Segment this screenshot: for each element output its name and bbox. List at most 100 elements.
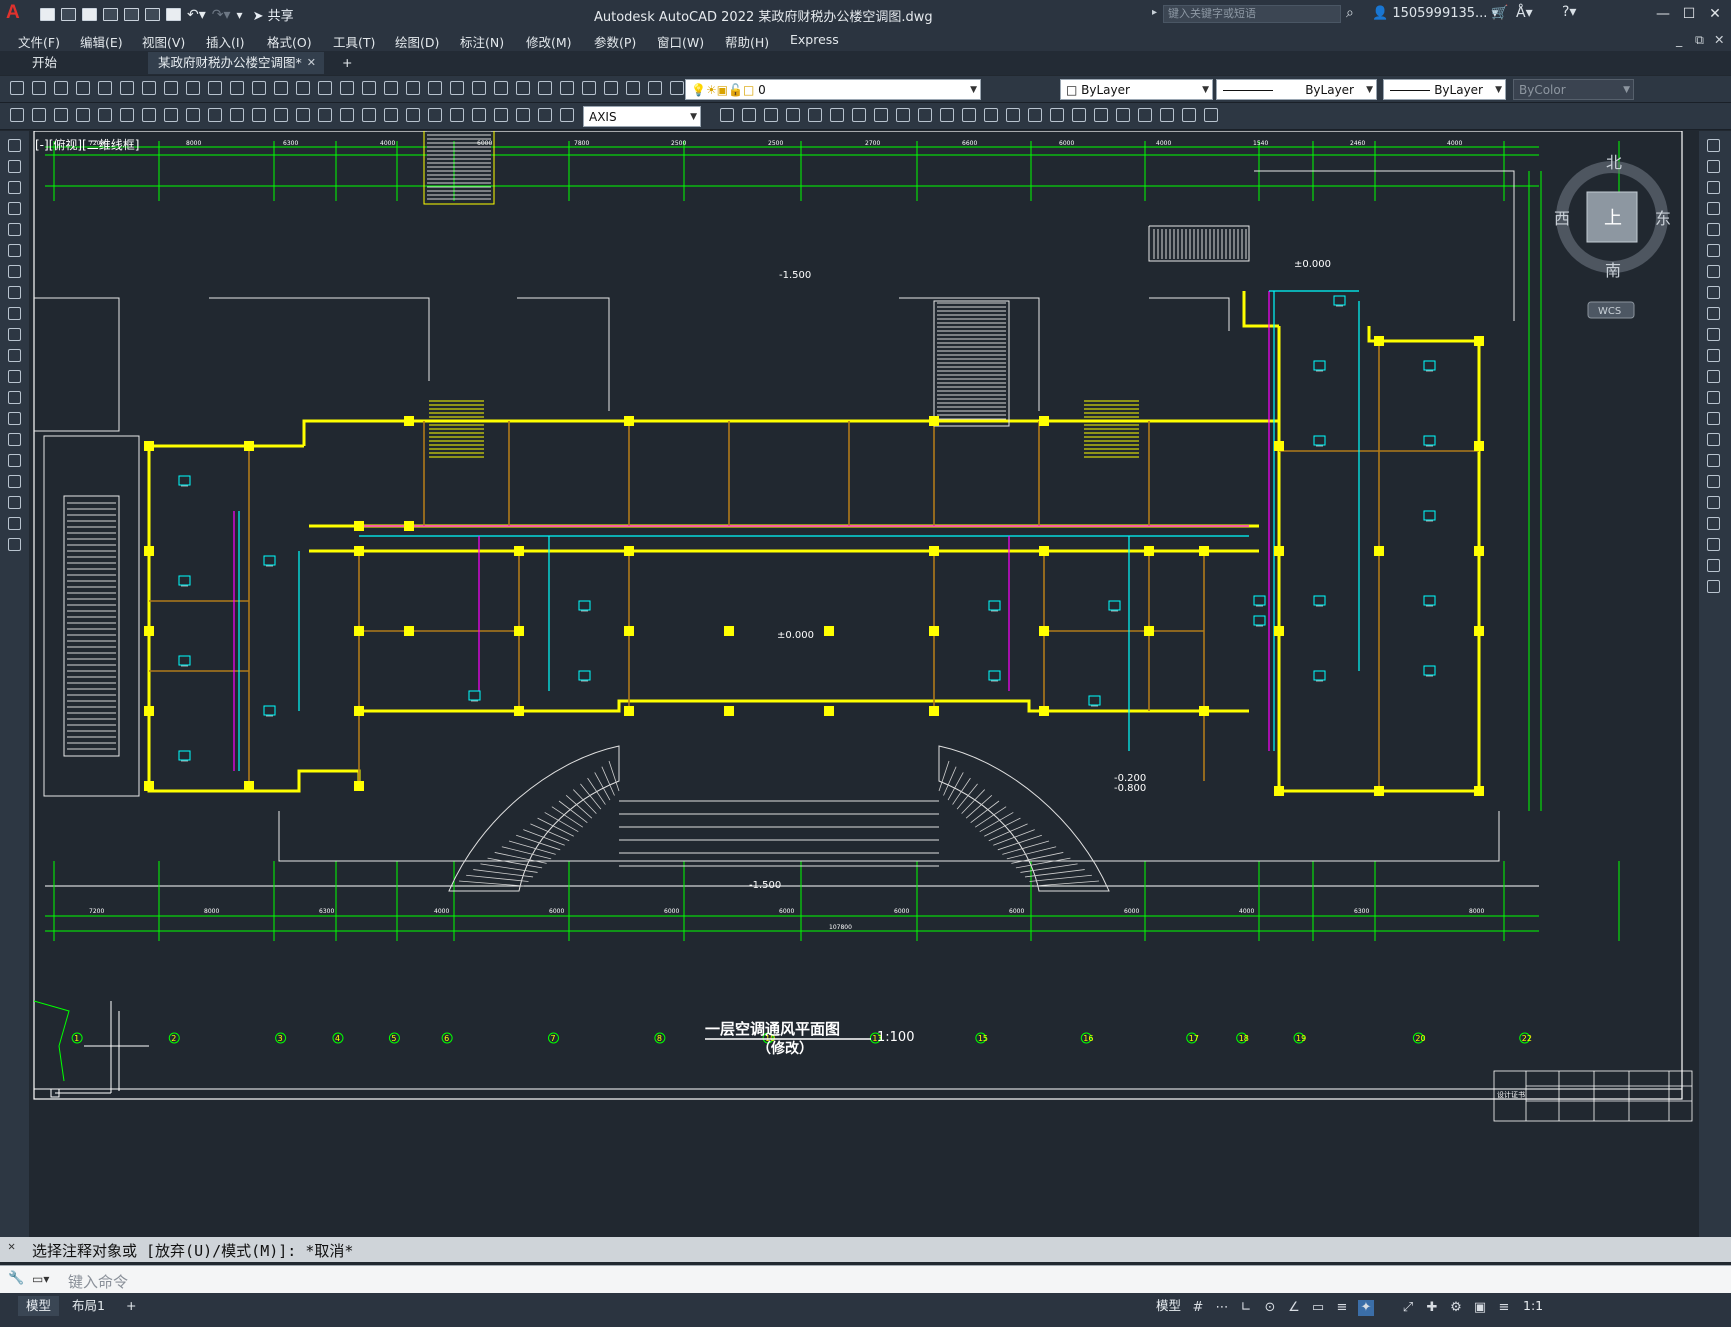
draw-tool-icon[interactable]: [8, 517, 21, 530]
modify-tool-icon[interactable]: [1707, 160, 1720, 173]
draw-tool-icon[interactable]: [8, 181, 21, 194]
autodesk-app-icon[interactable]: Å▾: [1516, 5, 1533, 21]
dimension-tool-icon[interactable]: [494, 108, 508, 122]
dimension-tool-icon[interactable]: [1182, 108, 1196, 122]
standard-tool-icon[interactable]: [494, 81, 508, 95]
modify-tool-icon[interactable]: [1707, 328, 1720, 341]
new-tab-button[interactable]: +: [332, 52, 362, 74]
dimension-tool-icon[interactable]: [852, 108, 866, 122]
open-web-icon[interactable]: [124, 8, 139, 21]
save-web-icon[interactable]: [145, 8, 160, 21]
modify-tool-icon[interactable]: [1707, 517, 1720, 530]
standard-tool-icon[interactable]: [340, 81, 354, 95]
dimension-tool-icon[interactable]: [98, 108, 112, 122]
status-toggle-icon[interactable]: ⚙: [1448, 1300, 1464, 1316]
dimension-tool-icon[interactable]: [120, 108, 134, 122]
model-space-button[interactable]: 模型: [1148, 1296, 1189, 1316]
draw-tool-icon[interactable]: [8, 265, 21, 278]
viewcube-top[interactable]: 上: [1604, 208, 1622, 229]
viewcube-north[interactable]: 北: [1606, 153, 1622, 172]
recent-commands-icon[interactable]: ▭▾: [32, 1272, 49, 1286]
menu-parametric[interactable]: 参数(P): [594, 32, 636, 51]
draw-tool-icon[interactable]: [8, 496, 21, 509]
modify-tool-icon[interactable]: [1707, 559, 1720, 572]
dimension-tool-icon[interactable]: [142, 108, 156, 122]
dimension-tool-icon[interactable]: [1160, 108, 1174, 122]
draw-tool-icon[interactable]: [8, 202, 21, 215]
dimension-tool-icon[interactable]: [406, 108, 420, 122]
search-expand-icon[interactable]: ▸: [1152, 7, 1157, 18]
dimstyle-dropdown[interactable]: AXIS ▼: [583, 106, 701, 127]
plotstyle-dropdown[interactable]: ByColor ▼: [1513, 79, 1634, 100]
viewport-controls[interactable]: [-][俯视][二维线框]: [35, 136, 139, 153]
draw-tool-icon[interactable]: [8, 538, 21, 551]
standard-tool-icon[interactable]: [648, 81, 662, 95]
standard-tool-icon[interactable]: [54, 81, 68, 95]
menu-file[interactable]: 文件(F): [18, 32, 60, 51]
dimension-tool-icon[interactable]: [252, 108, 266, 122]
modify-tool-icon[interactable]: [1707, 223, 1720, 236]
open-icon[interactable]: [61, 8, 76, 21]
dimension-tool-icon[interactable]: [274, 108, 288, 122]
modify-tool-icon[interactable]: [1707, 139, 1720, 152]
modify-tool-icon[interactable]: [1707, 538, 1720, 551]
dimension-tool-icon[interactable]: [208, 108, 222, 122]
menu-draw[interactable]: 绘图(D): [395, 32, 439, 51]
dimension-tool-icon[interactable]: [1116, 108, 1130, 122]
dimension-tool-icon[interactable]: [962, 108, 976, 122]
modify-tool-icon[interactable]: [1707, 265, 1720, 278]
doc-minimize-icon[interactable]: _: [1676, 32, 1682, 47]
standard-tool-icon[interactable]: [450, 81, 464, 95]
customize-cmd-icon[interactable]: 🔧: [8, 1271, 24, 1286]
standard-tool-icon[interactable]: [142, 81, 156, 95]
standard-tool-icon[interactable]: [318, 81, 332, 95]
viewcube[interactable]: 上 北 南 东 西 WCS: [1532, 152, 1672, 322]
viewcube-west[interactable]: 西: [1554, 209, 1570, 228]
dimension-tool-icon[interactable]: [296, 108, 310, 122]
draw-tool-icon[interactable]: [8, 391, 21, 404]
dimension-tool-icon[interactable]: [318, 108, 332, 122]
dimension-tool-icon[interactable]: [742, 108, 756, 122]
status-toggle-icon[interactable]: ∠: [1286, 1300, 1302, 1316]
menu-tools[interactable]: 工具(T): [333, 32, 375, 51]
dimension-tool-icon[interactable]: [830, 108, 844, 122]
draw-tool-icon[interactable]: [8, 223, 21, 236]
dimension-tool-icon[interactable]: [76, 108, 90, 122]
standard-tool-icon[interactable]: [560, 81, 574, 95]
draw-tool-icon[interactable]: [8, 370, 21, 383]
standard-tool-icon[interactable]: [428, 81, 442, 95]
help-icon[interactable]: ?▾: [1562, 4, 1576, 20]
modify-tool-icon[interactable]: [1707, 181, 1720, 194]
status-toggle-icon[interactable]: ≡: [1496, 1300, 1512, 1316]
menu-modify[interactable]: 修改(M): [526, 32, 572, 51]
dimension-tool-icon[interactable]: [1138, 108, 1152, 122]
draw-tool-icon[interactable]: [8, 244, 21, 257]
standard-tool-icon[interactable]: [472, 81, 486, 95]
search-input[interactable]: 键入关键字或短语: [1163, 5, 1341, 23]
menu-window[interactable]: 窗口(W): [657, 32, 704, 51]
dimension-tool-icon[interactable]: [164, 108, 178, 122]
modify-tool-icon[interactable]: [1707, 307, 1720, 320]
standard-tool-icon[interactable]: [98, 81, 112, 95]
tab-layout1[interactable]: 布局1: [64, 1296, 113, 1316]
draw-tool-icon[interactable]: [8, 307, 21, 320]
standard-tool-icon[interactable]: [208, 81, 222, 95]
dimension-tool-icon[interactable]: [1028, 108, 1042, 122]
modify-tool-icon[interactable]: [1707, 391, 1720, 404]
menu-edit[interactable]: 编辑(E): [80, 32, 123, 51]
annotation-scale[interactable]: 1:1: [1515, 1296, 1551, 1316]
menu-insert[interactable]: 插入(I): [206, 32, 244, 51]
dimension-tool-icon[interactable]: [560, 108, 574, 122]
dimension-tool-icon[interactable]: [786, 108, 800, 122]
standard-tool-icon[interactable]: [186, 81, 200, 95]
dimension-tool-icon[interactable]: [1094, 108, 1108, 122]
dimension-tool-icon[interactable]: [428, 108, 442, 122]
save-icon[interactable]: [82, 8, 97, 21]
status-toggle-icon[interactable]: ≡: [1334, 1300, 1350, 1316]
draw-tool-icon[interactable]: [8, 412, 21, 425]
standard-tool-icon[interactable]: [538, 81, 552, 95]
status-toggle-icon[interactable]: ⤢: [1400, 1300, 1416, 1316]
drawing-canvas[interactable]: 7200800063004000600078002500250027006600…: [29, 131, 1699, 1237]
dimension-tool-icon[interactable]: [362, 108, 376, 122]
dimension-tool-icon[interactable]: [32, 108, 46, 122]
